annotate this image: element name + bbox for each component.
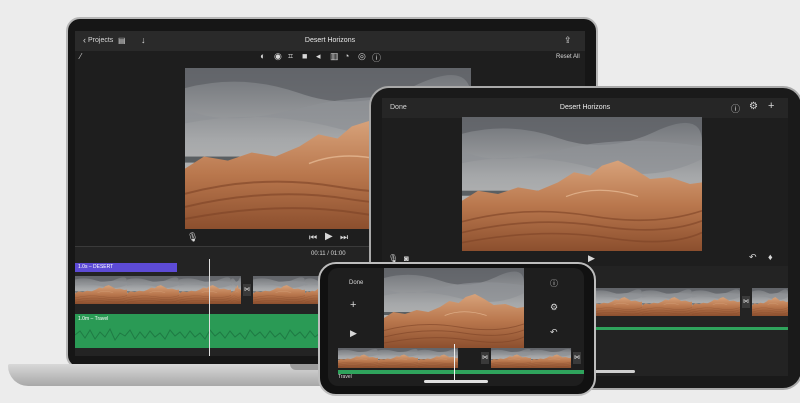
video-clip-thumb[interactable] bbox=[418, 348, 459, 368]
ipad-title-bar: Done Desert Horizons ⓘ ⚙ + bbox=[382, 98, 788, 118]
mac-timecode: 00:11 / 01:00 bbox=[311, 251, 346, 257]
video-clip-thumb[interactable] bbox=[378, 348, 419, 368]
video-clip-thumb[interactable] bbox=[338, 348, 379, 368]
title-clip-label: 1.0s – DESERT bbox=[78, 264, 114, 270]
color-correction-icon[interactable]: ◉ bbox=[274, 51, 282, 62]
stabilization-icon[interactable]: ■ bbox=[302, 51, 307, 61]
mac-play-icon[interactable]: ▶ bbox=[325, 231, 333, 242]
volume-icon[interactable]: ◂ bbox=[316, 51, 321, 62]
transition-icon[interactable]: ⋈ bbox=[573, 352, 581, 364]
mac-project-title: Desert Horizons bbox=[304, 37, 356, 44]
audio-waveform-icon[interactable]: ♦ bbox=[768, 252, 773, 262]
video-clip-thumb[interactable] bbox=[253, 276, 306, 304]
add-icon[interactable]: + bbox=[768, 100, 774, 112]
mac-title-bar: ‹ Projects ▤ ↓ Desert Horizons ⇪ bbox=[75, 31, 585, 51]
undo-icon[interactable]: ↶ bbox=[749, 252, 757, 263]
speed-icon[interactable]: ◔ bbox=[344, 51, 349, 61]
iphone-video-track[interactable]: ⋈ ⋈ bbox=[338, 348, 584, 368]
video-clip-thumb[interactable] bbox=[531, 348, 572, 368]
ipad-play-icon[interactable]: ▶ bbox=[588, 253, 595, 264]
video-clip-thumb[interactable] bbox=[491, 348, 532, 368]
video-clip-thumb[interactable] bbox=[231, 276, 242, 304]
ipad-viewer-photo bbox=[462, 117, 702, 251]
iphone-playhead[interactable] bbox=[454, 344, 455, 382]
help-icon[interactable]: ⓘ bbox=[731, 102, 740, 115]
transition-icon[interactable]: ⋈ bbox=[243, 284, 251, 296]
microphone-icon[interactable]: 🎙 bbox=[187, 232, 198, 243]
settings-icon[interactable]: ⚙ bbox=[749, 101, 758, 112]
iphone-audio-bar[interactable] bbox=[338, 370, 584, 374]
iphone-done-button[interactable]: Done bbox=[349, 280, 363, 286]
ipad-audio-bar[interactable] bbox=[582, 327, 788, 330]
iphone-home-indicator bbox=[424, 380, 488, 383]
video-clip-thumb[interactable] bbox=[179, 276, 232, 304]
iphone-audio-label: Travel bbox=[338, 374, 352, 380]
iphone-settings-icon[interactable]: ⚙ bbox=[550, 302, 558, 313]
iphone-play-icon[interactable]: ▶ bbox=[350, 328, 357, 339]
noise-eq-icon[interactable]: ▥ bbox=[330, 51, 339, 62]
crop-icon[interactable]: ⌗ bbox=[288, 51, 293, 62]
color-balance-icon[interactable]: ◐ bbox=[260, 51, 265, 61]
mac-toolbar: ⁄ ◐ ◉ ⌗ ■ ◂ ▥ ◔ ◎ ⓘ Reset All bbox=[75, 51, 585, 65]
video-clip-thumb[interactable] bbox=[75, 276, 128, 304]
video-clip-thumb[interactable] bbox=[642, 288, 693, 316]
video-clip-thumb[interactable] bbox=[592, 288, 643, 316]
title-clip[interactable]: 1.0s – DESERT bbox=[75, 263, 177, 272]
magic-wand-icon[interactable]: ⁄ bbox=[80, 52, 81, 61]
filter-icon[interactable]: ◎ bbox=[358, 51, 366, 62]
reset-all-button[interactable]: Reset All bbox=[556, 54, 580, 60]
iphone-screen: Done + ▶ ⓘ ⚙ ↶ ⋈ ⋈ Travel bbox=[328, 268, 584, 386]
iphone-undo-icon[interactable]: ↶ bbox=[550, 327, 558, 338]
share-icon[interactable]: ⇪ bbox=[564, 35, 572, 46]
ipad-project-title: Desert Horizons bbox=[559, 104, 611, 111]
mac-playhead[interactable] bbox=[209, 259, 210, 356]
video-clip-thumb[interactable] bbox=[692, 288, 741, 316]
transition-icon[interactable]: ⋈ bbox=[481, 352, 489, 364]
iphone-help-icon[interactable]: ⓘ bbox=[550, 278, 558, 289]
skip-back-icon[interactable]: ⏮ bbox=[309, 232, 317, 243]
video-clip-thumb[interactable] bbox=[127, 276, 180, 304]
transition-icon[interactable]: ⋈ bbox=[742, 296, 750, 308]
info-icon[interactable]: ⓘ bbox=[372, 51, 381, 64]
iphone-add-icon[interactable]: + bbox=[350, 299, 356, 311]
skip-forward-icon[interactable]: ⏭ bbox=[340, 232, 348, 243]
video-clip-thumb[interactable] bbox=[752, 288, 788, 316]
iphone-viewer-photo bbox=[384, 268, 524, 348]
